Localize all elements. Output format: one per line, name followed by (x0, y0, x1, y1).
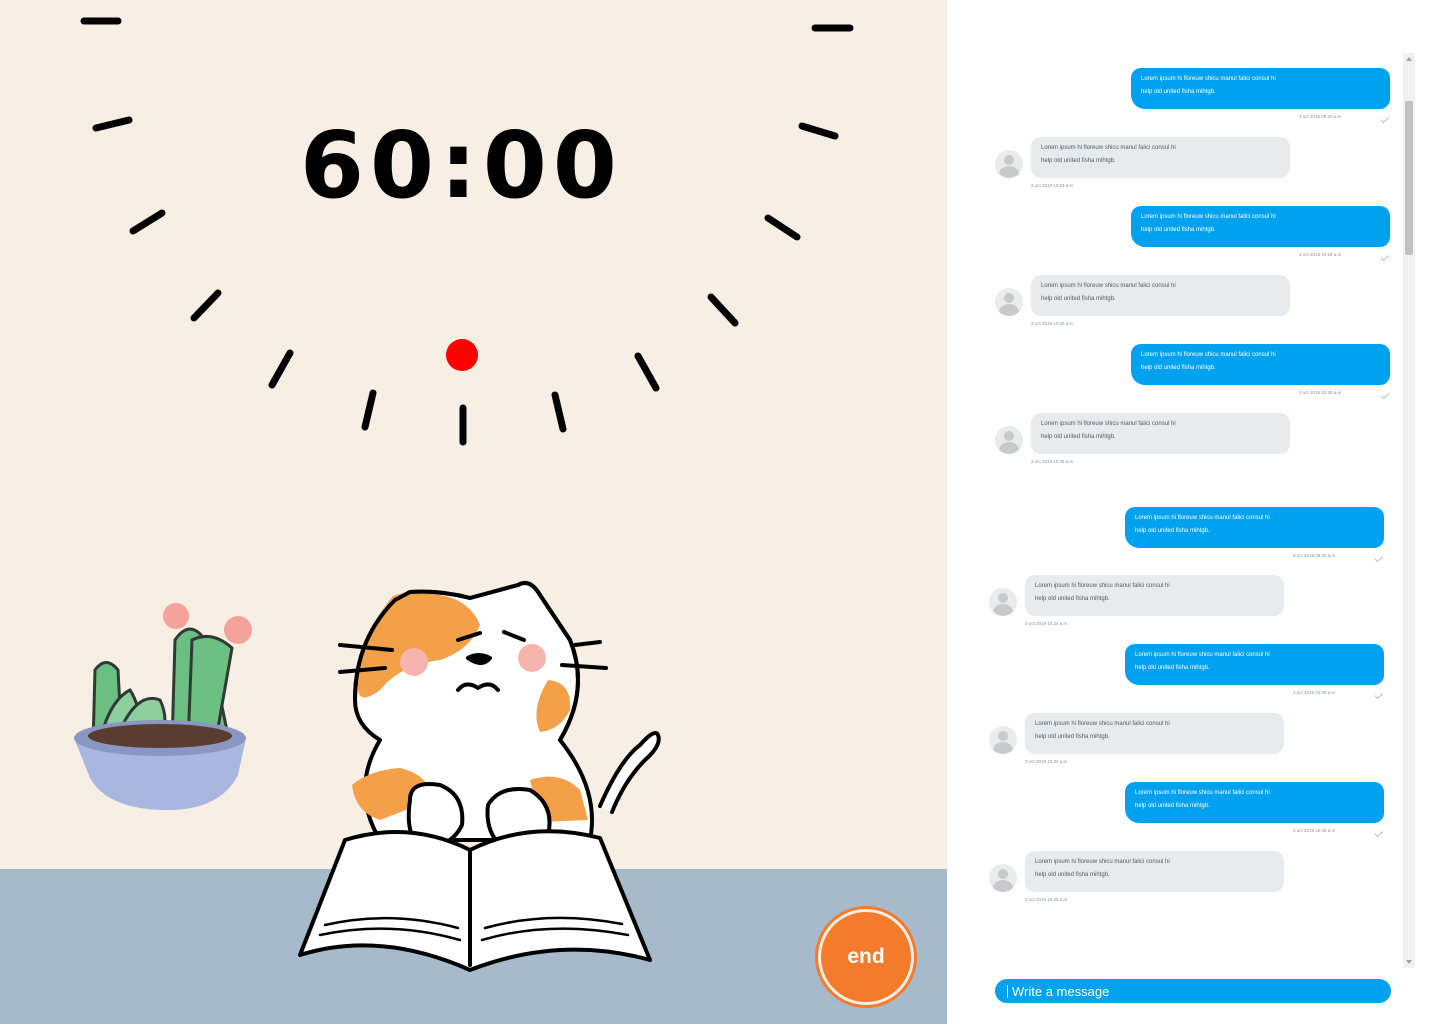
avatar-body (993, 742, 1013, 754)
message-text: help old united fisha mihtgb. (1135, 803, 1210, 809)
message-timestamp: 3 oct 2019 10:45 a.m (1025, 897, 1068, 902)
message-text: Lorem ipsum hi floreuw shicu manul falic… (1041, 145, 1176, 151)
message-text: help old united fisha mihtgb. (1041, 158, 1116, 164)
avatar-head (1004, 431, 1014, 441)
avatar-body (999, 304, 1019, 316)
avatar-head (998, 869, 1008, 879)
message-text: Lorem ipsum hi floreuw shicu manul falic… (1035, 721, 1170, 727)
message-timestamp: 3 oct 2019 10:24 a.m (1025, 621, 1068, 626)
message-timestamp: 3 oct 2019 10:45 a.m (1031, 459, 1074, 464)
illustration (74, 581, 661, 972)
avatar-head (1004, 293, 1014, 303)
user-avatar-icon[interactable] (989, 588, 1017, 616)
chat-panel: Lorem ipsum hi floreuw shicu manul falic… (947, 0, 1440, 1024)
check-icon (1374, 553, 1384, 563)
check-icon (1374, 690, 1384, 700)
outgoing-message[interactable]: Lorem ipsum hi floreuw shicu manul falic… (1125, 782, 1384, 823)
message-text: Lorem ipsum hi floreuw shicu manul falic… (1141, 76, 1276, 82)
message-timestamp: 3 oct 2019 10:32 a.m (1025, 759, 1068, 764)
message-timestamp: 3 oct 2019 10:24 a.m (1031, 183, 1074, 188)
message-text: help old united fisha mihtgb. (1141, 89, 1216, 95)
user-avatar-icon[interactable] (989, 864, 1017, 892)
avatar-body (993, 880, 1013, 892)
message-input[interactable] (1012, 983, 1372, 999)
message-timestamp: 3 oct 2019 09:20 a.m (1299, 114, 1342, 119)
incoming-message[interactable]: Lorem ipsum hi floreuw shicu manul falic… (1025, 851, 1284, 892)
message-text: Lorem ipsum hi floreuw shicu manul falic… (1135, 515, 1270, 521)
focus-stage: 60:00 end (0, 0, 947, 1024)
user-avatar-icon[interactable] (989, 726, 1017, 754)
message-text: help old united fisha mihtgb. (1135, 528, 1210, 534)
end-button[interactable]: end (818, 909, 914, 1005)
avatar-head (998, 731, 1008, 741)
incoming-message[interactable]: Lorem ipsum hi floreuw shicu manul falic… (1025, 713, 1284, 754)
message-input-bar[interactable] (995, 979, 1391, 1003)
incoming-message[interactable]: Lorem ipsum hi floreuw shicu manul falic… (1031, 137, 1290, 178)
message-timestamp: 3 oct 2019 10:28 a.m (1299, 252, 1342, 257)
check-icon (1380, 114, 1390, 124)
cactus-plant-icon (74, 603, 252, 810)
outgoing-message[interactable]: Lorem ipsum hi floreuw shicu manul falic… (1131, 344, 1390, 385)
message-text: help old united fisha mihtgb. (1035, 872, 1110, 878)
message-text: help old united fisha mihtgb. (1041, 434, 1116, 440)
avatar-head (1004, 155, 1014, 165)
scrollbar-thumb[interactable] (1405, 101, 1413, 255)
outgoing-message[interactable]: Lorem ipsum hi floreuw shicu manul falic… (1125, 644, 1384, 685)
message-text: help old united fisha mihtgb. (1135, 665, 1210, 671)
message-text: Lorem ipsum hi floreuw shicu manul falic… (1035, 859, 1170, 865)
message-text: help old united fisha mihtgb. (1035, 734, 1110, 740)
message-timestamp: 3 oct 2019 10:35 a.m (1293, 828, 1336, 833)
text-caret (1007, 984, 1008, 998)
message-timestamp: 3 oct 2019 10:35 a.m (1299, 390, 1342, 395)
incoming-message[interactable]: Lorem ipsum hi floreuw shicu manul falic… (1025, 575, 1284, 616)
message-text: Lorem ipsum hi floreuw shicu manul falic… (1135, 790, 1270, 796)
message-timestamp: 3 oct 2019 10:28 a.m (1293, 690, 1336, 695)
message-timestamp: 3 oct 2019 10:32 a.m (1031, 321, 1074, 326)
avatar-body (999, 166, 1019, 178)
outgoing-message[interactable]: Lorem ipsum hi floreuw shicu manul falic… (1131, 206, 1390, 247)
message-text: help old united fisha mihtgb. (1035, 596, 1110, 602)
check-icon (1374, 828, 1384, 838)
scroll-down-icon[interactable] (1406, 960, 1412, 964)
scroll-up-icon[interactable] (1406, 57, 1412, 61)
outgoing-message[interactable]: Lorem ipsum hi floreuw shicu manul falic… (1131, 68, 1390, 109)
message-text: help old united fisha mihtgb. (1041, 296, 1116, 302)
message-text: Lorem ipsum hi floreuw shicu manul falic… (1135, 652, 1270, 658)
message-text: Lorem ipsum hi floreuw shicu manul falic… (1041, 283, 1176, 289)
incoming-message[interactable]: Lorem ipsum hi floreuw shicu manul falic… (1031, 275, 1290, 316)
message-text: help old united fisha mihtgb. (1141, 365, 1216, 371)
message-text: Lorem ipsum hi floreuw shicu manul falic… (1141, 352, 1276, 358)
message-text: Lorem ipsum hi floreuw shicu manul falic… (1141, 214, 1276, 220)
message-timestamp: 3 oct 2019 09:20 a.m (1293, 553, 1336, 558)
incoming-message[interactable]: Lorem ipsum hi floreuw shicu manul falic… (1031, 413, 1290, 454)
avatar-body (993, 604, 1013, 616)
user-avatar-icon[interactable] (995, 150, 1023, 178)
chat-scrollbar[interactable] (1403, 53, 1415, 968)
check-icon (1380, 390, 1390, 400)
cat-illustration (298, 581, 661, 972)
user-avatar-icon[interactable] (995, 426, 1023, 454)
user-avatar-icon[interactable] (995, 288, 1023, 316)
avatar-head (998, 593, 1008, 603)
message-text: help old united fisha mihtgb. (1141, 227, 1216, 233)
outgoing-message[interactable]: Lorem ipsum hi floreuw shicu manul falic… (1125, 507, 1384, 548)
avatar-body (999, 442, 1019, 454)
check-icon (1380, 252, 1390, 262)
message-text: Lorem ipsum hi floreuw shicu manul falic… (1035, 583, 1170, 589)
message-text: Lorem ipsum hi floreuw shicu manul falic… (1041, 421, 1176, 427)
